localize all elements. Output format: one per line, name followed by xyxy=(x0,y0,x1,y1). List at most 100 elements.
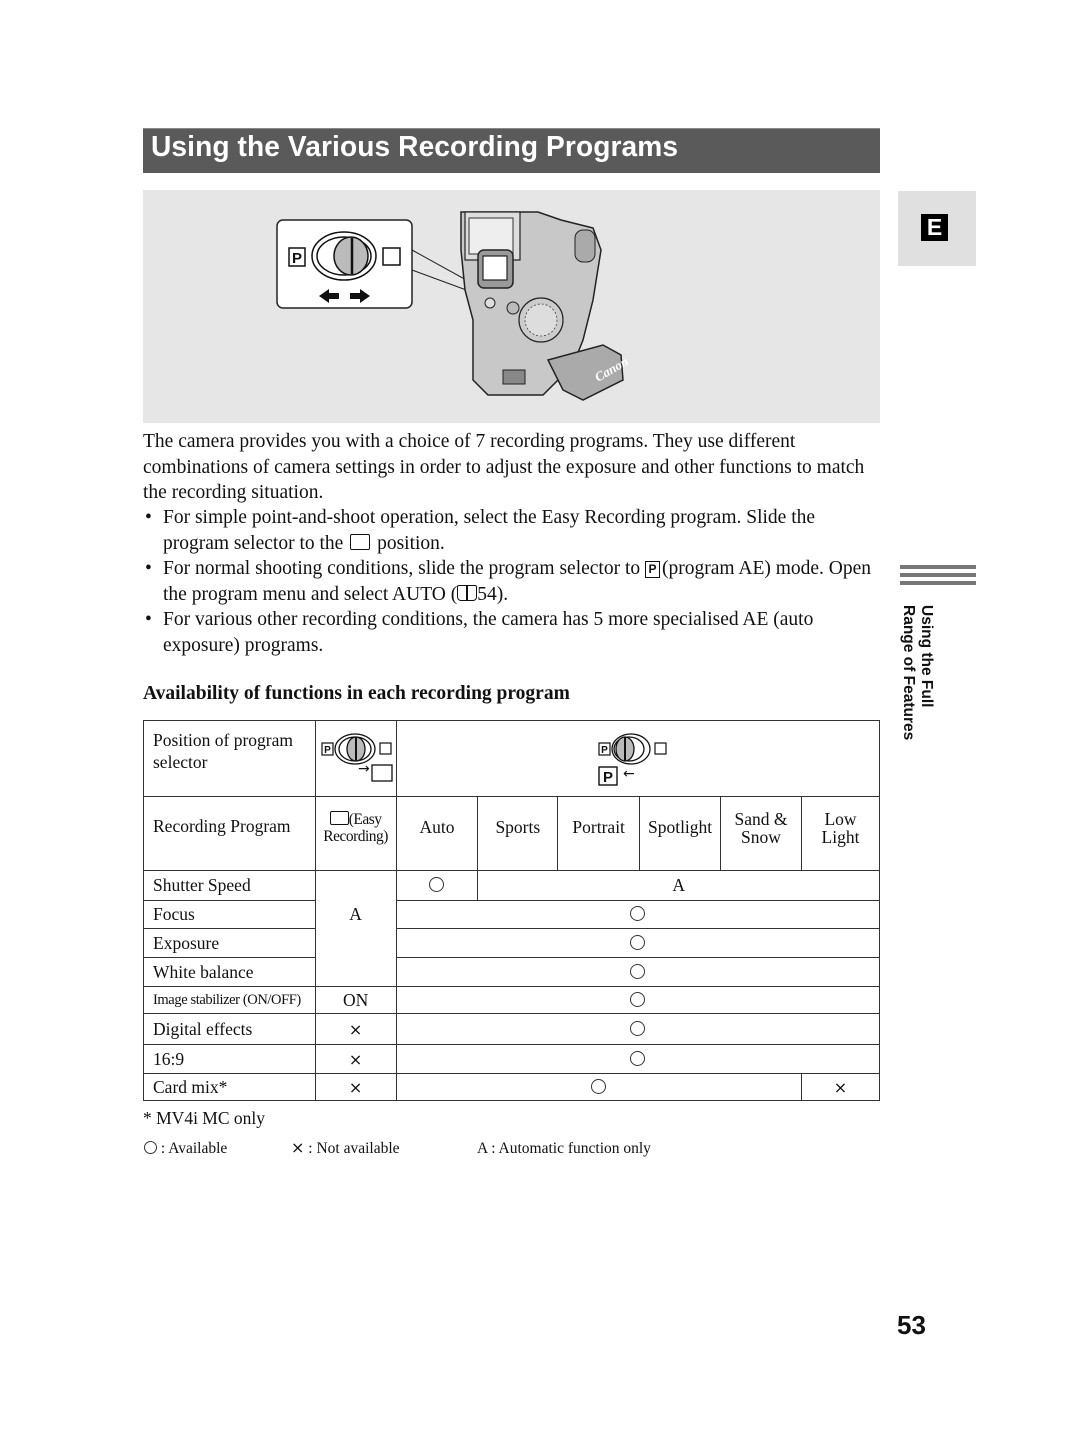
section-tab-bars xyxy=(900,565,976,589)
legend-available: : Available xyxy=(144,1140,227,1158)
table-row-programs: Recording Program (Easy Recording) Auto … xyxy=(143,796,881,871)
program-easy: (Easy Recording) xyxy=(314,796,397,871)
table-row: White balance xyxy=(143,957,881,987)
page-number: 53 xyxy=(897,1310,926,1340)
svg-text:P: P xyxy=(324,745,331,756)
program-low-light: Low Light xyxy=(800,796,881,871)
selector-easy-position: P → xyxy=(314,720,397,797)
available-icon xyxy=(630,1050,646,1066)
table-row: Shutter Speed A A xyxy=(143,870,880,987)
camera-illustration: P Canon xyxy=(143,190,880,423)
page-title-bar: Using the Various Recording Programs xyxy=(143,128,880,173)
table-row: Digital effects × xyxy=(143,1013,881,1045)
cell-pae xyxy=(395,1073,802,1101)
program-portrait: Portrait xyxy=(557,796,641,871)
svg-text:←: ← xyxy=(623,766,635,782)
available-icon xyxy=(591,1078,607,1094)
program-sports: Sports xyxy=(477,796,559,871)
table-row-selector: Position of program selector P → P P ← xyxy=(143,720,881,797)
program-auto: Auto xyxy=(395,796,479,871)
cell-easy: × xyxy=(314,1013,397,1045)
language-tab-letter: E xyxy=(921,214,948,241)
cell-low-light: × xyxy=(800,1073,881,1101)
cell-easy-auto: A xyxy=(314,870,397,987)
cell-pae xyxy=(395,928,881,958)
legend-text: : Available xyxy=(160,1140,228,1157)
table-row: Card mix* × × xyxy=(143,1073,881,1101)
easy-mode-symbol xyxy=(382,247,401,266)
svg-text:P: P xyxy=(603,769,613,786)
intro-paragraph: The camera provides you with a choice of… xyxy=(143,431,865,503)
selector-easy-icon: P → xyxy=(321,733,393,782)
bullet-text: For simple point-and-shoot operation, se… xyxy=(163,507,816,554)
legend-automatic: A : Automatic function only xyxy=(477,1140,651,1158)
automatic-symbol: A xyxy=(477,1140,488,1157)
program-easy-label-1: (Easy xyxy=(348,810,382,828)
section-tab-label: Using the Full Range of Features xyxy=(899,605,935,740)
section-bar xyxy=(900,581,976,585)
program-easy-label-2: Recording) xyxy=(323,827,388,845)
bullet-dot: • xyxy=(145,609,152,630)
available-icon xyxy=(144,1141,157,1154)
legend-not-available: × : Not available xyxy=(291,1140,400,1158)
easy-mode-icon xyxy=(350,533,371,550)
row-header-selector: Position of program selector xyxy=(143,720,316,797)
p-mode-icon: P xyxy=(645,561,661,578)
available-icon xyxy=(630,963,646,979)
row-label: 16:9 xyxy=(143,1044,316,1074)
bullet-text: For various other recording conditions, … xyxy=(163,609,814,656)
not-available-icon: × xyxy=(348,1049,363,1069)
camera-drawing: P Canon xyxy=(276,211,631,401)
selector-p-position: P P ← xyxy=(395,720,881,797)
cell-others: A xyxy=(477,870,880,901)
cell-easy: ON xyxy=(314,986,397,1014)
section-subheading: Availability of functions in each record… xyxy=(143,683,570,704)
row-label: Image stabilizer (ON/OFF) xyxy=(143,986,316,1014)
available-icon xyxy=(429,877,445,892)
section-tab-line-1: Using the Full xyxy=(918,605,935,708)
page-title: Using the Various Recording Programs xyxy=(151,131,679,163)
table-row: 16:9 × xyxy=(143,1044,881,1074)
row-label: Shutter Speed xyxy=(143,870,316,901)
table-row: Image stabilizer (ON/OFF) ON xyxy=(143,986,881,1014)
selector-p-icon: P P ← xyxy=(598,733,667,786)
legend-text: : Automatic function only xyxy=(491,1140,651,1157)
bullet-text-end: position. xyxy=(377,532,445,554)
available-icon xyxy=(630,1020,646,1036)
row-label: White balance xyxy=(143,957,316,987)
cell-pae xyxy=(395,957,881,987)
cell-pae xyxy=(395,1044,881,1074)
row-header-program: Recording Program xyxy=(143,796,316,871)
book-icon xyxy=(457,584,478,601)
not-available-icon: × xyxy=(833,1077,848,1097)
available-icon xyxy=(630,934,646,950)
cell-auto xyxy=(395,870,479,901)
not-available-icon: × xyxy=(348,1019,363,1039)
legend-text: : Not available xyxy=(308,1140,400,1157)
not-available-icon: × xyxy=(348,1077,363,1097)
section-tab-line-2: Range of Features xyxy=(900,605,917,741)
available-icon xyxy=(630,906,646,921)
cell-easy: × xyxy=(314,1073,397,1101)
availability-table: Position of program selector P → P P ← R… xyxy=(143,720,881,1101)
page-reference-link[interactable]: 54). xyxy=(477,584,508,605)
available-icon xyxy=(630,991,646,1007)
section-bar xyxy=(900,565,976,569)
program-sand-snow: Sand & Snow xyxy=(720,796,802,871)
table-row: Focus xyxy=(143,900,881,929)
easy-mode-icon xyxy=(329,810,349,825)
bullet-dot: • xyxy=(145,558,152,579)
cell-easy: × xyxy=(314,1044,397,1074)
row-label: Card mix* xyxy=(143,1073,316,1101)
bullet-dot: • xyxy=(145,507,152,528)
cell-pae xyxy=(395,1013,881,1045)
row-label: Digital effects xyxy=(143,1013,316,1045)
cell-pae xyxy=(395,900,881,929)
row-label: Exposure xyxy=(143,928,316,958)
program-spotlight: Spotlight xyxy=(639,796,722,871)
p-mode-symbol: P xyxy=(292,250,302,267)
svg-text:→: → xyxy=(358,761,370,777)
footnote: * MV4i MC only xyxy=(143,1108,266,1128)
bullet-text: For normal shooting conditions, slide th… xyxy=(163,558,641,579)
cell-pae xyxy=(395,986,881,1014)
